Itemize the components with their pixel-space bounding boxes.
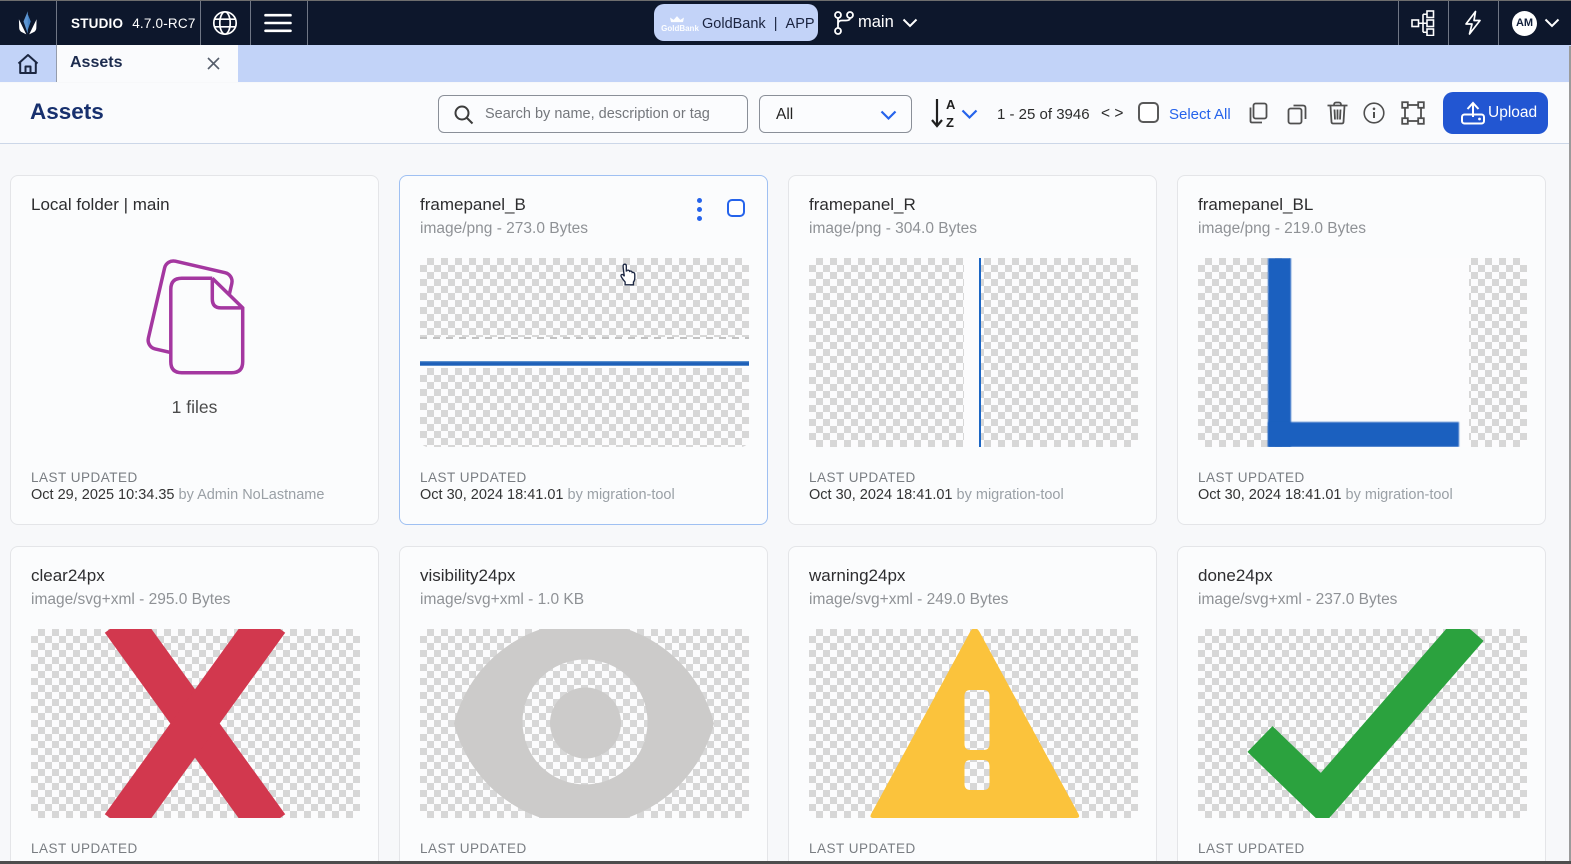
svg-text:Z: Z: [946, 115, 954, 130]
svg-text:A: A: [946, 97, 956, 112]
